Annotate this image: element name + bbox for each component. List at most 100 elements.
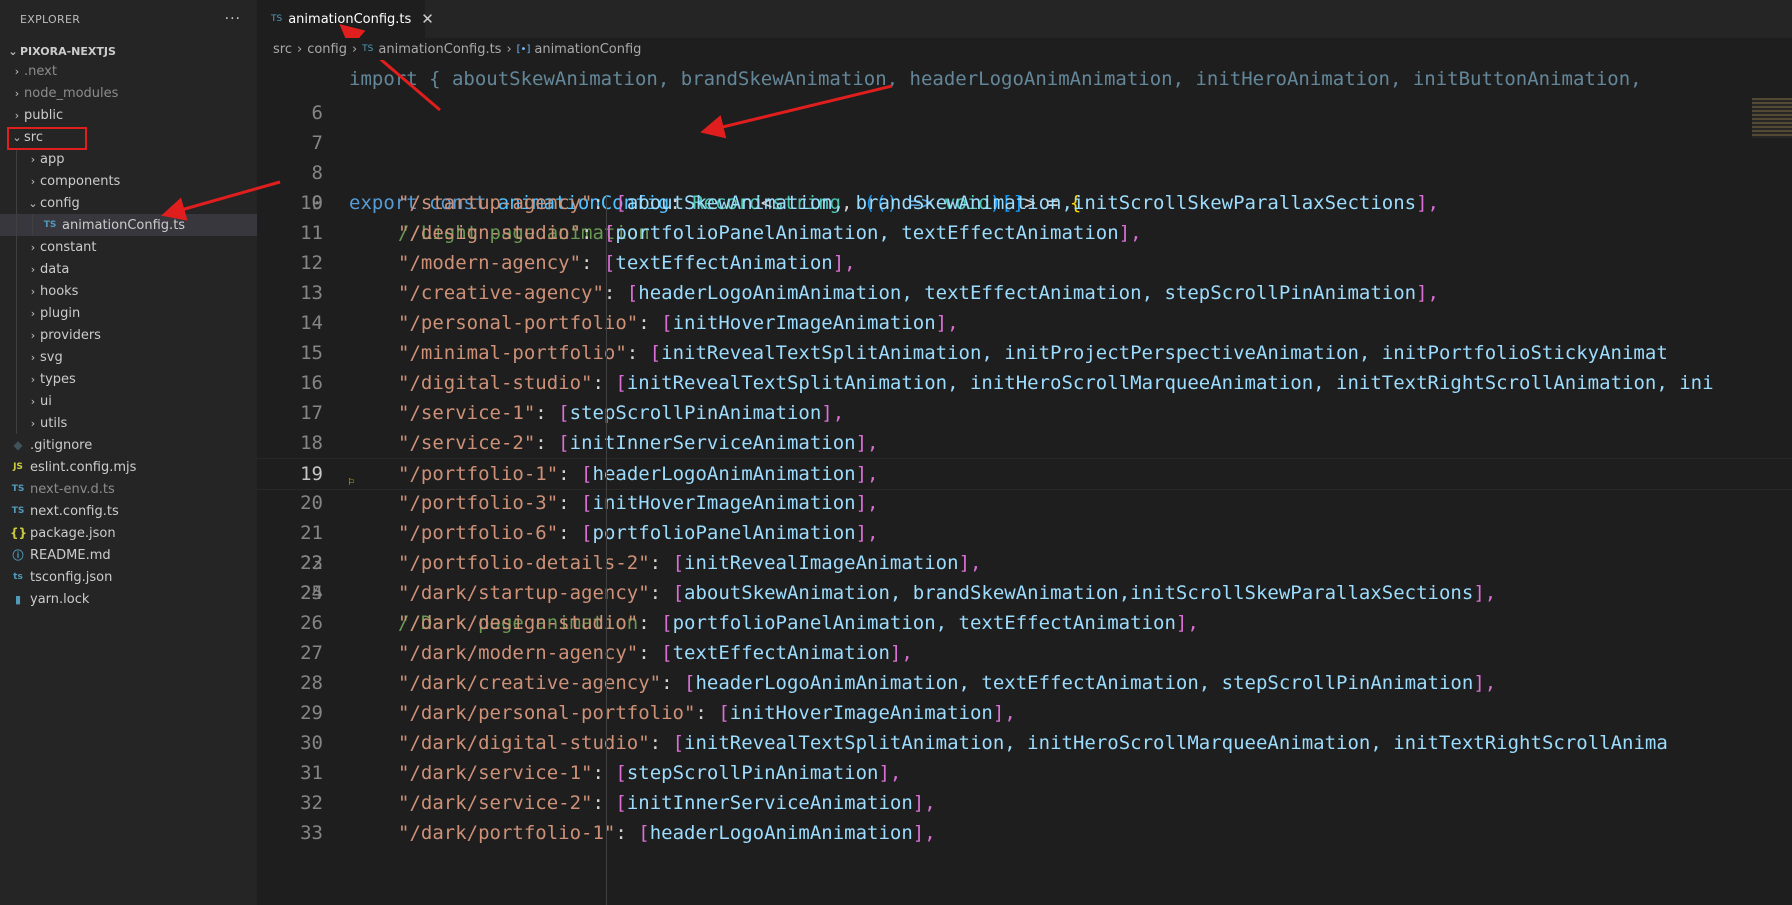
tree-item-label: components bbox=[40, 173, 121, 189]
tree-item[interactable]: › types bbox=[0, 368, 257, 390]
code-text: "/design-studio": [portfolioPanelAnimati… bbox=[398, 222, 1142, 244]
code-line-17: 17 "/service-1": [stepScrollPinAnimation]… bbox=[257, 398, 1792, 428]
typescript-file-icon: TS bbox=[362, 44, 374, 54]
tree-item-label: config bbox=[40, 195, 80, 211]
tree-item[interactable]: › ui bbox=[0, 390, 257, 412]
tree-indent-guide bbox=[16, 412, 17, 434]
close-icon[interactable]: ✕ bbox=[421, 10, 434, 28]
tree-item[interactable]: ts tsconfig.json bbox=[0, 566, 257, 588]
tree-item-label: tsconfig.json bbox=[30, 569, 113, 585]
tree-item[interactable]: › plugin bbox=[0, 302, 257, 324]
tree-item[interactable]: › utils bbox=[0, 412, 257, 434]
code-line-10: 10 "/startup-agency": [aboutSkewAnimation… bbox=[257, 188, 1792, 218]
tree-item-label: .gitignore bbox=[30, 437, 93, 453]
code-editor[interactable]: import { aboutSkewAnimation, brandSkewAn… bbox=[257, 38, 1792, 905]
tree-item[interactable]: › data bbox=[0, 258, 257, 280]
tree-indent-guide bbox=[16, 302, 17, 324]
tree-item-label: ui bbox=[40, 393, 52, 409]
code-line-20: 20 "/portfolio-3": [initHoverImageAnimati… bbox=[257, 488, 1792, 518]
tab-animationconfig[interactable]: TS animationConfig.ts ✕ bbox=[257, 0, 434, 38]
lock-file-icon: ▮ bbox=[14, 592, 22, 606]
breadcrumb-symbol[interactable]: animationConfig bbox=[534, 42, 641, 57]
code-text: "/digital-studio": [initRevealTextSplitA… bbox=[398, 372, 1714, 394]
code-line-16: 16 "/digital-studio": [initRevealTextSpli… bbox=[257, 368, 1792, 398]
tree-item-label: public bbox=[24, 107, 64, 123]
line-number: 26 bbox=[300, 612, 323, 634]
code-line-26: 26 "/dark/design-studio": [portfolioPanel… bbox=[257, 608, 1792, 638]
code-line-31: 31 "/dark/service-1": [stepScrollPinAnima… bbox=[257, 758, 1792, 788]
tree-item-label: constant bbox=[40, 239, 97, 255]
code-text: "/personal-portfolio": [initHoverImageAn… bbox=[398, 312, 959, 334]
code-line-18: 18 "/service-2": [initInnerServiceAnimati… bbox=[257, 428, 1792, 458]
tree-item[interactable]: TS next.config.ts bbox=[0, 500, 257, 522]
code-text: "/dark/portfolio-1": [headerLogoAnimAnim… bbox=[398, 822, 936, 844]
tree-item[interactable]: › public bbox=[0, 104, 257, 126]
code-line-14: 14 "/personal-portfolio": [initHoverImage… bbox=[257, 308, 1792, 338]
line-number: 33 bbox=[300, 822, 323, 844]
chevron-right-icon: › bbox=[14, 108, 20, 122]
tree-item-label: svg bbox=[40, 349, 63, 365]
line-number: 32 bbox=[300, 792, 323, 814]
gitignore-file-icon: ◆ bbox=[13, 438, 23, 452]
minimap[interactable] bbox=[1752, 98, 1792, 138]
tree-item[interactable]: ⌄ config bbox=[0, 192, 257, 214]
line-number: 11 bbox=[300, 222, 323, 244]
chevron-right-icon: › bbox=[30, 350, 36, 364]
code-text: "/portfolio-1": [headerLogoAnimAnimation… bbox=[398, 463, 879, 485]
code-text: "/dark/modern-agency": [textEffectAnimat… bbox=[398, 642, 913, 664]
line-number: 15 bbox=[300, 342, 323, 364]
tree-item[interactable]: › hooks bbox=[0, 280, 257, 302]
line-number: 20 bbox=[300, 492, 323, 514]
breadcrumb-config[interactable]: config bbox=[307, 42, 347, 57]
tree-item[interactable]: ⓘ README.md bbox=[0, 544, 257, 566]
code-line-30: 30 "/dark/digital-studio": [initRevealTex… bbox=[257, 728, 1792, 758]
indent-guide bbox=[606, 196, 607, 905]
breadcrumb-file[interactable]: animationConfig.ts bbox=[378, 42, 501, 57]
more-actions-icon[interactable]: ··· bbox=[225, 11, 241, 27]
project-root[interactable]: ⌄ PIXORA-NEXTJS bbox=[0, 40, 257, 62]
chevron-right-icon: › bbox=[30, 174, 36, 188]
tree-item-label: package.json bbox=[30, 525, 116, 541]
chevron-right-icon: › bbox=[14, 64, 20, 78]
code-line-25: 25 "/dark/startup-agency": [aboutSkewAnim… bbox=[257, 578, 1792, 608]
chevron-right-icon: › bbox=[30, 152, 36, 166]
code-line-19: 19 ⚐ "/portfolio-1": [headerLogoAnimAnimat… bbox=[257, 458, 1792, 490]
breadcrumb-src[interactable]: src bbox=[273, 42, 292, 57]
tree-item-label: app bbox=[40, 151, 65, 167]
tree-indent-guide bbox=[16, 346, 17, 368]
line-number: 19 bbox=[300, 463, 323, 485]
line-number: 30 bbox=[300, 732, 323, 754]
tree-indent-guide bbox=[16, 236, 17, 258]
code-text: "/dark/digital-studio": [initRevealTextS… bbox=[398, 732, 1668, 754]
tree-item-label: yarn.lock bbox=[30, 591, 90, 607]
tree-item[interactable]: › app bbox=[0, 148, 257, 170]
tree-item[interactable]: JS eslint.config.mjs bbox=[0, 456, 257, 478]
tree-item[interactable]: › components bbox=[0, 170, 257, 192]
chevron-right-icon: › bbox=[30, 262, 36, 276]
tree-item[interactable]: › node_modules bbox=[0, 82, 257, 104]
line-number: 14 bbox=[300, 312, 323, 334]
tree-item[interactable]: › constant bbox=[0, 236, 257, 258]
code-line-32: 32 "/dark/service-2": [initInnerServiceAn… bbox=[257, 788, 1792, 818]
tree-item-label: animationConfig.ts bbox=[62, 217, 186, 233]
tree-indent-guide bbox=[16, 170, 17, 192]
tree-item[interactable]: TS next-env.d.ts bbox=[0, 478, 257, 500]
tree-item-label: next-env.d.ts bbox=[30, 481, 115, 497]
tree-item[interactable]: {} package.json bbox=[0, 522, 257, 544]
tree-item[interactable]: ▮ yarn.lock bbox=[0, 588, 257, 610]
code-line-11: 11 "/design-studio": [portfolioPanelAnima… bbox=[257, 218, 1792, 248]
code-text: "/dark/service-1": [stepScrollPinAnimati… bbox=[398, 762, 902, 784]
code-line-6: 6 bbox=[257, 68, 1792, 124]
javascript-file-icon: JS bbox=[13, 462, 23, 472]
chevron-right-icon: › bbox=[30, 240, 36, 254]
tree-item[interactable]: › .next bbox=[0, 60, 257, 82]
code-line-8: 8 export const animationConfig: Record<s… bbox=[257, 128, 1792, 214]
tree-item[interactable]: ◆ .gitignore bbox=[0, 434, 257, 456]
code-text: "/service-2": [initInnerServiceAnimation… bbox=[398, 432, 879, 454]
tree-item[interactable]: › providers bbox=[0, 324, 257, 346]
tree-indent-guide bbox=[16, 192, 17, 214]
tree-item[interactable]: TS animationConfig.ts bbox=[0, 214, 257, 236]
tree-item-label: providers bbox=[40, 327, 101, 343]
tree-item-label: plugin bbox=[40, 305, 81, 321]
tree-item[interactable]: › svg bbox=[0, 346, 257, 368]
